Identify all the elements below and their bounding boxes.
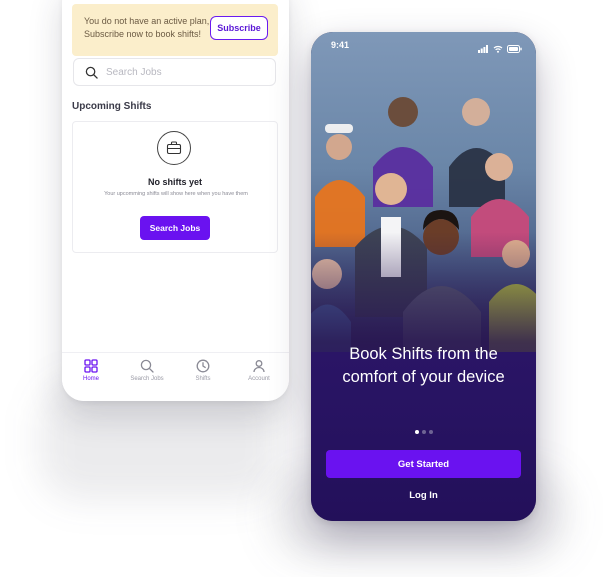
tab-account[interactable]: Account (231, 359, 287, 382)
user-icon (253, 360, 265, 373)
clock-icon (196, 359, 210, 373)
carousel-dot[interactable] (428, 430, 433, 434)
status-icons (478, 40, 522, 58)
plan-notice-banner: You do not have an active plan, Subscrib… (72, 4, 278, 56)
carousel-dot[interactable] (421, 430, 426, 434)
carousel-dot-active[interactable] (414, 430, 419, 434)
briefcase-badge (157, 131, 191, 165)
get-started-button[interactable]: Get Started (326, 450, 521, 478)
team-photo (311, 32, 536, 372)
empty-state-title: No shifts yet (147, 177, 202, 187)
search-jobs-button[interactable]: Search Jobs (140, 216, 210, 240)
wifi-icon (493, 45, 502, 53)
onboarding-screen: 9:41 Book Shifts from the comfort of you… (311, 32, 536, 521)
status-bar: 9:41 (311, 32, 536, 58)
search-placeholder: Search Jobs (106, 67, 162, 78)
upcoming-shifts-heading: Upcoming Shifts (72, 101, 152, 112)
tab-account-label: Account (248, 376, 270, 382)
tab-shifts-label: Shifts (195, 376, 211, 382)
tab-search-jobs-label: Search Jobs (130, 376, 164, 382)
home-grid-icon (84, 359, 98, 373)
signal-icon (478, 45, 489, 53)
status-time: 9:41 (331, 40, 350, 50)
search-icon (85, 66, 98, 79)
login-link[interactable]: Log In (311, 490, 536, 501)
bottom-tab-bar: Home Search Jobs Shifts Account (62, 352, 289, 401)
app-home-screen: You do not have an active plan, Subscrib… (62, 0, 289, 401)
search-input[interactable]: Search Jobs (73, 58, 276, 86)
empty-state-subtitle: Your upcomming shifts will show here whe… (104, 191, 248, 197)
briefcase-icon (166, 141, 182, 155)
plan-notice-text: You do not have an active plan, Subscrib… (84, 16, 210, 39)
battery-icon (507, 45, 522, 53)
tab-shifts[interactable]: Shifts (175, 359, 231, 382)
subscribe-button[interactable]: Subscribe (210, 16, 268, 40)
tab-home-label: Home (82, 376, 99, 382)
search-icon (140, 359, 154, 373)
carousel-dots (311, 430, 536, 436)
tab-search-jobs[interactable]: Search Jobs (119, 359, 175, 382)
tab-home[interactable]: Home (63, 359, 119, 382)
onboarding-headline: Book Shifts from the comfort of your dev… (342, 345, 505, 386)
empty-shifts-card: No shifts yet Your upcomming shifts will… (72, 121, 278, 253)
